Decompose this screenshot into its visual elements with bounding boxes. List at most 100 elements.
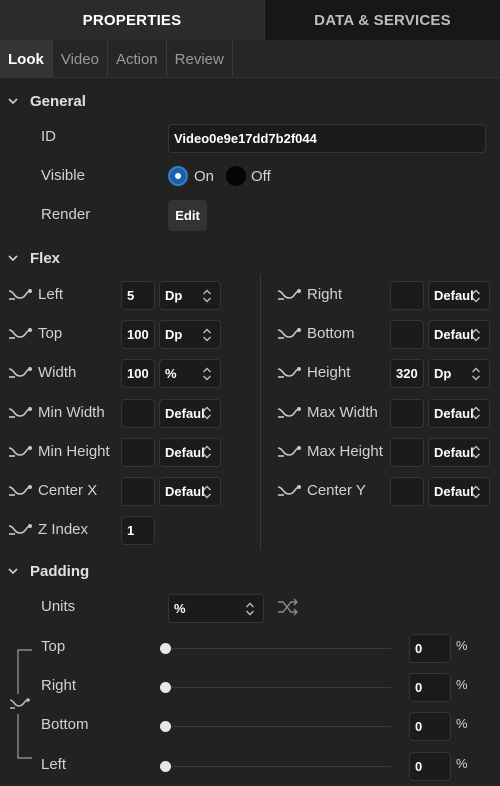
link-icon[interactable]	[7, 366, 33, 380]
link-icon[interactable]	[7, 406, 33, 420]
flex-bottom-unit-select[interactable]: Default	[428, 320, 490, 350]
padding-top-input[interactable]: 0	[409, 634, 451, 663]
flex-z-index-label: Z Index	[38, 521, 89, 539]
flex-width-unit-select[interactable]: %	[159, 359, 221, 389]
padding-left-slider-thumb[interactable]	[160, 760, 171, 772]
padding-right-slider-thumb[interactable]	[160, 682, 171, 694]
render-edit-button[interactable]: Edit	[168, 200, 207, 231]
padding-left-input[interactable]: 0	[409, 751, 451, 781]
render-label: Render	[41, 206, 91, 223]
flex-z-index-input[interactable]: 1	[121, 516, 155, 546]
flex-min-width-unit-select[interactable]: Default	[159, 398, 221, 428]
padding-bottom-slider-thumb[interactable]	[160, 721, 171, 733]
flex-center-x-unit-select[interactable]: Default	[159, 477, 221, 506]
visible-off-label: Off	[251, 167, 271, 185]
flex-height-input[interactable]: 320	[390, 359, 424, 389]
up-down-chevron-icon	[472, 485, 480, 498]
id-input[interactable]: Video0e9e17dd7b2f044	[168, 124, 486, 153]
shuffle-icon[interactable]	[277, 598, 299, 616]
flex-top-input[interactable]: 100	[121, 320, 155, 350]
padding-bottom-slider-track[interactable]	[165, 726, 391, 728]
flex-center-y-label: Center Y	[307, 482, 366, 499]
visible-on-radio[interactable]	[168, 166, 188, 186]
link-icon[interactable]	[276, 366, 302, 380]
up-down-chevron-icon	[203, 485, 211, 498]
flex-center-x-input[interactable]	[121, 477, 155, 506]
padding-bottom-unit: %	[456, 716, 468, 732]
link-icon[interactable]	[7, 523, 33, 537]
flex-right-input[interactable]	[390, 281, 424, 310]
flex-max-height-input[interactable]	[390, 437, 424, 467]
tab-review[interactable]: Review	[167, 40, 233, 78]
section-padding-header[interactable]: Padding	[8, 561, 89, 581]
flex-bottom-unit-value: Default	[434, 327, 474, 343]
link-icon[interactable]	[8, 697, 30, 711]
padding-bottom-input[interactable]: 0	[409, 712, 451, 742]
flex-left-unit-select[interactable]: Dp	[159, 281, 221, 310]
padding-right-slider-track[interactable]	[165, 687, 391, 689]
section-flex-title: Flex	[30, 249, 61, 267]
flex-min-height-unit-value: Default	[165, 444, 205, 460]
flex-height-unit-select[interactable]: Dp	[428, 359, 490, 389]
link-icon[interactable]	[7, 327, 33, 341]
flex-top-unit-select[interactable]: Dp	[159, 320, 221, 350]
link-icon[interactable]	[276, 288, 302, 302]
tab-video[interactable]: Video	[53, 40, 108, 78]
padding-units-label: Units	[41, 598, 76, 615]
flex-right-unit-select[interactable]: Default	[428, 281, 490, 310]
flex-min-width-label: Min Width	[38, 403, 105, 421]
section-general-header[interactable]: General	[8, 91, 86, 111]
flex-max-width-input[interactable]	[390, 398, 424, 428]
flex-right-unit-value: Default	[434, 288, 474, 303]
link-icon[interactable]	[276, 406, 302, 420]
flex-min-height-unit-select[interactable]: Default	[159, 437, 221, 467]
chevron-down-icon	[8, 96, 18, 106]
flex-min-width-input[interactable]	[121, 398, 155, 428]
tab-action[interactable]: Action	[108, 40, 167, 78]
visible-radio-group: On Off	[168, 166, 271, 186]
flex-bottom-input[interactable]	[390, 320, 424, 350]
padding-left-unit: %	[456, 755, 468, 771]
flex-column-divider	[260, 274, 261, 550]
padding-top-unit: %	[456, 638, 468, 653]
link-icon[interactable]	[276, 484, 302, 498]
flex-left-input[interactable]: 5	[121, 281, 155, 310]
flex-center-y-unit-select[interactable]: Default	[428, 477, 490, 506]
section-general-title: General	[30, 92, 86, 110]
tab-data-services[interactable]: DATA & SERVICES	[264, 0, 500, 40]
up-down-chevron-icon	[472, 328, 480, 342]
up-down-chevron-icon	[472, 289, 480, 302]
padding-right-input[interactable]: 0	[409, 673, 451, 703]
padding-right-label: Right	[41, 677, 77, 695]
sub-tab-bar: Look Video Action Review	[0, 40, 500, 78]
flex-right-label: Right	[307, 286, 343, 303]
flex-width-input[interactable]: 100	[121, 359, 155, 389]
flex-center-x-unit-value: Default	[165, 484, 205, 499]
tab-look[interactable]: Look	[0, 40, 53, 78]
link-icon[interactable]	[7, 288, 33, 302]
link-icon[interactable]	[7, 445, 33, 459]
section-flex-header[interactable]: Flex	[8, 248, 60, 268]
link-icon[interactable]	[276, 445, 302, 459]
flex-max-width-unit-select[interactable]: Default	[428, 398, 490, 428]
flex-center-y-input[interactable]	[390, 477, 424, 506]
up-down-chevron-icon	[203, 328, 211, 342]
padding-left-slider-track[interactable]	[165, 765, 391, 767]
flex-min-height-input[interactable]	[121, 437, 155, 467]
flex-width-unit-value: %	[165, 366, 177, 382]
visible-off-radio[interactable]	[226, 166, 247, 186]
up-down-chevron-icon	[246, 602, 254, 615]
link-icon[interactable]	[276, 327, 302, 341]
padding-top-slider-thumb[interactable]	[160, 643, 171, 654]
padding-top-slider-track[interactable]	[165, 648, 391, 649]
padding-units-select[interactable]: %	[168, 594, 264, 623]
up-down-chevron-icon	[203, 406, 211, 420]
chevron-down-icon	[8, 566, 18, 576]
flex-max-height-unit-select[interactable]: Default	[428, 437, 490, 467]
section-padding-title: Padding	[30, 562, 90, 580]
flex-max-width-label: Max Width	[307, 403, 378, 421]
tab-properties[interactable]: PROPERTIES	[0, 0, 264, 40]
flex-height-unit-value: Dp	[434, 366, 452, 382]
link-icon[interactable]	[7, 484, 33, 498]
flex-max-height-label: Max Height	[307, 442, 383, 460]
